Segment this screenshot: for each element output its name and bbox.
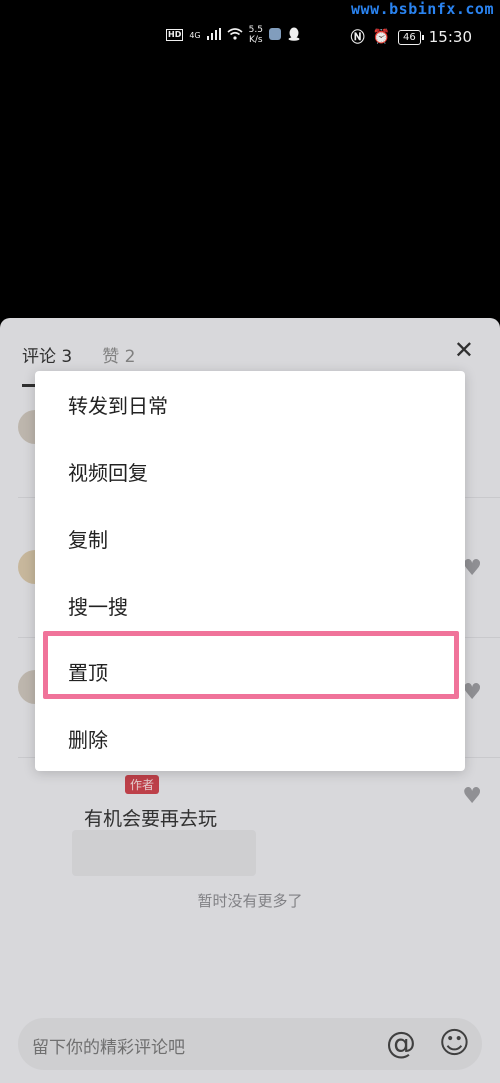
pin-highlight-box bbox=[43, 631, 459, 699]
menu-label: 视频回复 bbox=[68, 460, 148, 485]
menu-label: 转发到日常 bbox=[68, 393, 168, 418]
menu-label: 复制 bbox=[68, 527, 108, 552]
menu-item-forward[interactable]: 转发到日常 bbox=[35, 371, 465, 437]
menu-label: 搜一搜 bbox=[68, 594, 128, 619]
menu-label: 删除 bbox=[68, 727, 108, 752]
context-menu: 转发到日常 视频回复 复制 搜一搜 置顶 删除 bbox=[35, 371, 465, 771]
menu-item-video-reply[interactable]: 视频回复 bbox=[35, 438, 465, 504]
menu-item-delete[interactable]: 删除 bbox=[35, 705, 465, 771]
menu-item-copy[interactable]: 复制 bbox=[35, 505, 465, 571]
menu-item-search[interactable]: 搜一搜 bbox=[35, 572, 465, 638]
